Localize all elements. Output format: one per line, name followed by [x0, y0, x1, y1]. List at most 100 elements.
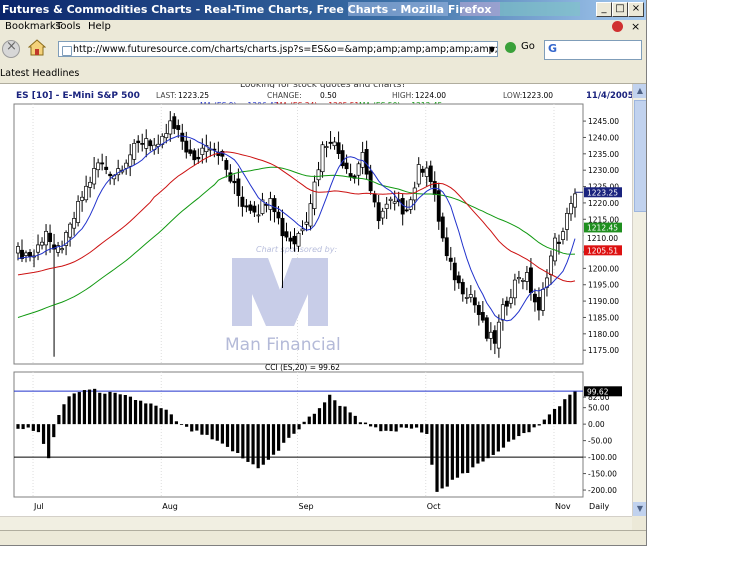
high-label: HIGH:	[392, 91, 414, 100]
cci-bar-17	[103, 393, 107, 425]
candle-body-60	[256, 214, 261, 217]
cci-bar-11	[72, 393, 76, 425]
cci-bar-21	[123, 394, 127, 425]
cci-bar-16	[98, 392, 102, 425]
candle-body-79	[332, 141, 337, 147]
stop-button[interactable]: ×	[2, 39, 20, 58]
candle-body-21	[100, 162, 105, 165]
search-box[interactable]: G	[544, 40, 642, 60]
minimize-button[interactable]: _	[596, 2, 612, 17]
cci-bar-50	[271, 424, 276, 455]
cci-bar-42	[231, 424, 235, 452]
candle-body-31	[140, 143, 145, 145]
home-button[interactable]	[27, 39, 47, 57]
stop-icon: ×	[6, 39, 17, 54]
cci-bar-43	[236, 424, 240, 453]
candle-body-120	[496, 321, 501, 349]
cci-bar-85	[450, 424, 454, 480]
cci-bar-101	[532, 424, 536, 428]
scroll-down-icon[interactable]: ▼	[633, 502, 646, 516]
candle-body-57	[244, 205, 249, 208]
cci-bar-26	[149, 403, 153, 425]
cci-bar-31	[174, 421, 179, 425]
candle-body-19	[92, 168, 97, 185]
candle-body-2	[24, 252, 28, 256]
cci-bar-97	[512, 424, 516, 440]
menubar-close-icon[interactable]: ×	[631, 20, 640, 33]
candle-body-29	[132, 143, 137, 160]
cci-bar-0	[16, 424, 20, 429]
url-dropdown-icon[interactable]: ▼	[489, 42, 495, 56]
candle-body-0	[16, 246, 20, 254]
x-axis-label-1: Aug	[162, 502, 178, 511]
candle-body-91	[380, 210, 385, 219]
cci-bar-6	[47, 424, 51, 459]
menu-tools[interactable]: Tools	[56, 21, 81, 32]
cci-bar-79	[420, 424, 424, 433]
candle-body-70	[296, 233, 301, 247]
page-content: Looking for stock quotes and charts? ES […	[0, 80, 634, 516]
candle-body-46	[200, 147, 205, 155]
cci-bar-81	[430, 424, 434, 465]
cci-bar-10	[67, 396, 71, 425]
page-favicon-icon	[62, 46, 72, 56]
candle-body-63	[268, 198, 273, 210]
cci-bar-53	[287, 424, 291, 438]
vertical-scrollbar[interactable]: ▲ ▼	[632, 84, 646, 516]
candle-body-28	[128, 154, 133, 167]
cci-bar-91	[481, 424, 485, 462]
cci-bar-4	[36, 424, 41, 433]
candle-body-20	[96, 162, 101, 171]
close-button[interactable]: ×	[628, 2, 644, 17]
menu-help[interactable]: Help	[88, 21, 111, 32]
menu-bookmarks[interactable]: Bookmarks	[5, 21, 61, 32]
scroll-thumb[interactable]	[634, 100, 646, 212]
home-icon	[27, 39, 47, 56]
cci-tick-label-3: -50.00	[588, 437, 612, 446]
candle-body-115	[476, 305, 481, 315]
candle-body-78	[328, 141, 333, 144]
candle-body-11	[60, 248, 65, 251]
candle-body-113	[468, 294, 473, 298]
candle-body-75	[316, 169, 321, 181]
navigation-toolbar: × http://www.futuresource.com/charts/cha…	[0, 35, 646, 64]
cci-bar-80	[425, 424, 429, 434]
headlines-bar: Latest Headlines	[0, 63, 646, 84]
x-axis-label-0: Jul	[33, 502, 44, 511]
cci-bar-36	[200, 424, 204, 435]
url-bar[interactable]: http://www.futuresource.com/charts/chart…	[58, 41, 498, 57]
candle-body-38	[168, 120, 173, 135]
cci-bar-82	[435, 424, 439, 492]
cci-bar-41	[225, 424, 230, 447]
cci-bar-56	[302, 421, 306, 425]
cci-bar-104	[547, 414, 552, 425]
titlebar-segment	[500, 2, 580, 16]
candle-body-6	[40, 241, 44, 246]
cci-legend: CCI (ES,20) = 99.62	[265, 363, 340, 372]
candle-body-139	[573, 193, 577, 208]
horizontal-scrollbar[interactable]	[0, 516, 632, 531]
cci-bar-75	[399, 424, 403, 428]
cci-bar-33	[185, 424, 189, 427]
price-tick-label-12: 1185.00	[588, 313, 619, 322]
scroll-up-icon[interactable]: ▲	[633, 84, 646, 98]
cci-bar-99	[522, 424, 526, 434]
cci-bar-102	[537, 424, 541, 426]
candle-body-119	[492, 330, 497, 344]
price-badge-text-3: 1205.51	[587, 246, 618, 255]
candle-body-123	[508, 297, 513, 304]
maximize-button[interactable]: □	[612, 2, 628, 17]
chart-symbol: ES [10] - E-Mini S&P 500	[16, 91, 140, 101]
candle-body-40	[176, 125, 181, 130]
chart-date: 11/4/2005	[586, 91, 632, 101]
latest-headlines-label[interactable]: Latest Headlines	[0, 68, 79, 79]
candle-body-7	[44, 230, 49, 246]
change-value: 0.50	[320, 91, 337, 100]
candle-body-118	[488, 331, 493, 339]
cci-bar-88	[466, 424, 470, 473]
cci-bar-47	[256, 424, 260, 469]
price-tick-label-14: 1175.00	[588, 346, 619, 355]
price-tick-label-3: 1230.00	[588, 166, 619, 175]
candle-body-108	[448, 257, 453, 262]
x-axis-label-2: Sep	[299, 502, 314, 511]
